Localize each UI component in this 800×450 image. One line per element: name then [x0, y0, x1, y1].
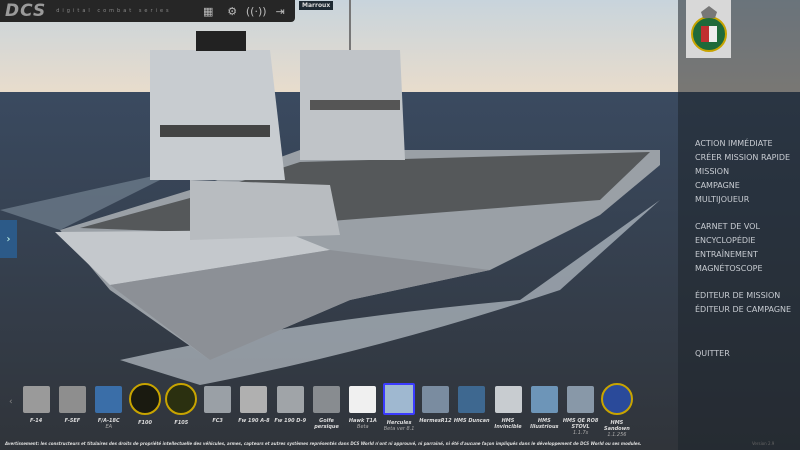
menu-spacer	[695, 317, 791, 347]
module-icon	[165, 383, 198, 415]
module-sublabel: Beta ver 8.1	[383, 426, 415, 432]
menu-quit[interactable]: QUITTER	[695, 347, 791, 361]
module-item[interactable]: HMS Duncan	[454, 383, 490, 439]
module-icon	[276, 386, 304, 413]
modules-grid-icon[interactable]: ▦	[196, 5, 220, 18]
menu-logbook[interactable]: CARNET DE VOL	[695, 220, 791, 234]
module-icon	[349, 386, 377, 413]
module-icon	[58, 386, 86, 413]
module-item[interactable]: F/A-18C EA	[91, 383, 127, 439]
module-item[interactable]: F105	[163, 383, 199, 439]
module-item[interactable]: FC3	[199, 383, 235, 439]
module-icon	[129, 383, 162, 415]
module-icon	[22, 386, 50, 413]
module-icon	[95, 386, 123, 413]
module-icon	[567, 386, 595, 413]
scroll-left-icon[interactable]: ‹	[9, 397, 13, 407]
menu-campaign[interactable]: CAMPAGNE	[695, 179, 791, 193]
module-label: F-14	[30, 418, 43, 424]
module-label: F105	[174, 420, 189, 426]
module-item[interactable]: HMS Sandown 1.1.256	[599, 383, 635, 439]
legal-disclaimer: Avertissement: les constructeurs et titu…	[5, 441, 642, 446]
module-label: Fw 190 A-8	[238, 418, 270, 424]
module-label: HMS Illustrious	[530, 418, 559, 430]
module-icon	[458, 386, 486, 413]
module-icon	[204, 386, 232, 413]
menu-training[interactable]: ENTRAÎNEMENT	[695, 248, 791, 262]
module-label: Fw 190 D-9	[274, 418, 307, 424]
module-label: F100	[138, 420, 152, 426]
module-item[interactable]: Fw 190 A-8	[236, 383, 272, 439]
module-sublabel: Beta	[357, 424, 369, 430]
module-label: Golfe persique	[314, 418, 339, 430]
username-tooltip: Marroux	[299, 1, 334, 10]
main-menu: ACTION IMMÉDIATE CRÉER MISSION RAPIDE MI…	[695, 137, 791, 361]
version-label: Version 2.9	[752, 441, 775, 446]
squadron-emblem[interactable]	[686, 0, 731, 58]
module-icon	[494, 386, 522, 413]
module-label: HMS Duncan	[453, 418, 490, 424]
dcs-logo: DCS	[5, 1, 47, 21]
module-sublabel: 1.1.7s	[572, 430, 589, 436]
menu-mission[interactable]: MISSION	[695, 165, 791, 179]
module-icon	[383, 383, 416, 415]
chevron-right-icon: ›	[6, 233, 11, 245]
module-icon	[600, 383, 633, 415]
module-icon	[530, 386, 558, 413]
module-label: HMS Sandown	[604, 420, 630, 432]
module-label: HMS Invincible	[494, 418, 522, 430]
module-label: FC3	[212, 418, 223, 424]
module-item[interactable]: Golfe persique	[308, 383, 344, 439]
module-item[interactable]: HMS QE RO8 STOVL 1.1.7s	[562, 383, 598, 439]
menu-quick-mission[interactable]: CRÉER MISSION RAPIDE	[695, 151, 791, 165]
module-label: F-5EF	[64, 418, 81, 424]
module-item[interactable]: F-5EF	[54, 383, 90, 439]
module-label: HMS QE RO8 STOVL	[562, 418, 599, 430]
top-bar: DCS digital combat series ▦ ⚙ ((·)) ⇥	[0, 0, 295, 22]
menu-instant-action[interactable]: ACTION IMMÉDIATE	[695, 137, 791, 151]
module-item[interactable]: HermesR12	[417, 383, 453, 439]
module-item[interactable]: Hawk T1A Beta	[345, 383, 381, 439]
module-strip: F-14 F-5EF F/A-18C EA F100 F105 FC3 Fw 190 A-8 F…	[18, 383, 635, 439]
menu-campaign-editor[interactable]: ÉDITEUR DE CAMPAGNE	[695, 303, 791, 317]
module-icon	[421, 386, 449, 413]
module-label: HermesR12	[419, 418, 452, 424]
module-sublabel: 1.1.256	[607, 432, 627, 438]
module-item[interactable]: HMS Invincible	[490, 383, 526, 439]
menu-mission-editor[interactable]: ÉDITEUR DE MISSION	[695, 289, 791, 303]
tagline: digital combat series	[56, 8, 172, 14]
menu-encyclopedia[interactable]: ENCYCLOPÉDIE	[695, 234, 791, 248]
settings-gear-icon[interactable]: ⚙	[220, 5, 244, 18]
menu-spacer	[695, 276, 791, 289]
module-item[interactable]: F100	[127, 383, 163, 439]
module-item[interactable]: Fw 190 D-9	[272, 383, 308, 439]
module-icon	[313, 386, 341, 413]
exit-icon[interactable]: ⇥	[268, 5, 292, 18]
module-item[interactable]: Hercules Beta ver 8.1	[381, 383, 417, 439]
module-item[interactable]: HMS Illustrious	[526, 383, 562, 439]
menu-replay[interactable]: MAGNÉTOSCOPE	[695, 262, 791, 276]
module-icon	[240, 386, 268, 413]
network-signal-icon[interactable]: ((·))	[244, 5, 268, 18]
menu-multiplayer[interactable]: MULTIJOUEUR	[695, 193, 791, 207]
expand-panel-button[interactable]: ›	[0, 220, 17, 258]
menu-spacer	[695, 207, 791, 220]
module-item[interactable]: F-14	[18, 383, 54, 439]
module-sublabel: EA	[105, 424, 113, 430]
